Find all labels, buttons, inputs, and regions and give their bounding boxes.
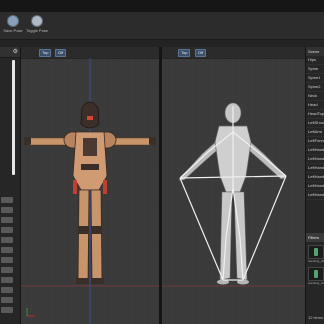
list-item[interactable]: LeftHandPinky <box>306 191 324 200</box>
left-viewport[interactable]: Top Off <box>21 47 159 324</box>
list-item[interactable]: LeftHandMiddle <box>306 173 324 182</box>
right-viewport[interactable]: Top Off <box>162 47 305 324</box>
left-panel-scrollbar[interactable] <box>12 60 15 175</box>
list-item[interactable]: LeftHandThumb <box>306 155 324 164</box>
figure-icon <box>314 248 318 256</box>
toggle-pose-icon <box>31 15 43 27</box>
left-panel-row[interactable] <box>1 257 13 263</box>
list-item[interactable]: LeftForeArm <box>306 137 324 146</box>
animation-thumbnail[interactable] <box>308 267 324 281</box>
save-pose-icon <box>7 15 19 27</box>
right-shading-tag[interactable]: Off <box>195 49 207 57</box>
list-item[interactable]: Spine1 <box>306 74 324 83</box>
list-item[interactable]: HeadTop <box>306 110 324 119</box>
save-pose-button[interactable]: Save Pose <box>2 15 24 33</box>
toggle-pose-button[interactable]: Toggle Pose <box>26 15 48 33</box>
right-panel: Scene Hips Spine Spine1 Spine2 Neck Head… <box>305 47 324 324</box>
skeleton-mannequin-view[interactable] <box>162 58 305 324</box>
list-item[interactable]: Spine2 <box>306 83 324 92</box>
list-item[interactable]: Head <box>306 101 324 110</box>
save-pose-label: Save Pose <box>3 28 23 33</box>
toggle-pose-label: Toggle Pose <box>26 28 49 33</box>
thumbnail-caption: standing_idle_01 <box>308 259 324 263</box>
left-panel-row[interactable] <box>1 277 13 283</box>
left-panel-row[interactable] <box>1 217 13 223</box>
right-view-tag[interactable]: Top <box>178 49 191 57</box>
figure-icon <box>314 270 318 278</box>
bone-list: Hips Spine Spine1 Spine2 Neck Head HeadT… <box>306 56 324 200</box>
left-panel-row[interactable] <box>1 227 13 233</box>
list-item[interactable]: Neck <box>306 92 324 101</box>
left-panel-row[interactable] <box>1 267 13 273</box>
left-panel: ⚙ <box>0 47 21 324</box>
left-panel-row[interactable] <box>1 237 13 243</box>
list-item[interactable]: LeftShoulder <box>306 119 324 128</box>
list-item[interactable]: LeftHandIndex <box>306 164 324 173</box>
left-panel-row[interactable] <box>1 287 13 293</box>
left-panel-header: ⚙ <box>0 47 20 58</box>
toolbar: Save Pose Toggle Pose <box>0 13 324 40</box>
animation-thumbnail[interactable] <box>308 245 324 259</box>
list-item[interactable]: LeftHandRing <box>306 182 324 191</box>
left-panel-row[interactable] <box>1 197 13 203</box>
left-panel-row[interactable] <box>1 207 13 213</box>
filters-header[interactable]: Filters <box>306 233 324 242</box>
left-shading-tag[interactable]: Off <box>55 49 67 57</box>
left-panel-row[interactable] <box>1 297 13 303</box>
left-panel-row[interactable] <box>1 247 13 253</box>
gear-icon[interactable]: ⚙ <box>13 48 18 55</box>
left-view-tag[interactable]: Top <box>39 49 52 57</box>
list-item[interactable]: Hips <box>306 56 324 65</box>
armored-character-view[interactable] <box>21 58 159 324</box>
list-item[interactable]: Spine <box>306 65 324 74</box>
title-bar <box>0 0 324 13</box>
thumbnail-caption: standing_walk_forward <box>308 281 324 285</box>
list-item[interactable]: LeftHand <box>306 146 324 155</box>
list-item[interactable]: LeftArm <box>306 128 324 137</box>
item-count: 12 items <box>308 315 324 320</box>
scene-panel-header: Scene <box>306 47 324 56</box>
left-panel-row[interactable] <box>1 307 13 313</box>
